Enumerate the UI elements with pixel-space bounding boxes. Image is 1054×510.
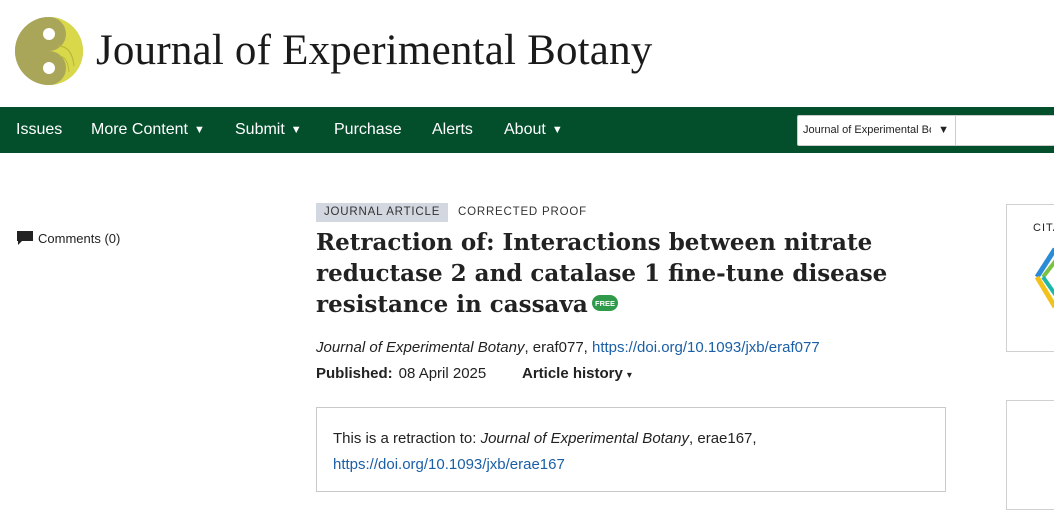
nav-about-label: About [504,121,546,138]
chevron-down-icon: ▼ [290,124,302,136]
search-input[interactable] [956,115,1054,146]
article-history-label: Article history [522,365,623,382]
doi-link[interactable]: https://doi.org/10.1093/jxb/eraf077 [592,339,820,356]
retraction-id: , erae167, [689,430,757,447]
citations-panel: CITA [1006,204,1054,352]
citations-label: CITA [1033,222,1054,234]
nav-more-content[interactable]: More Content ▼ [91,107,205,153]
published-date: 08 April 2025 [398,365,487,382]
chevron-down-icon: ▼ [551,124,563,136]
article-status-badge: CORRECTED PROOF [458,206,587,218]
comments-label: Comments (0) [38,231,121,246]
search-scope-select[interactable]: Journal of Experimental Botany ▼ [797,115,956,146]
article-citation: Journal of Experimental Botany, eraf077,… [316,339,820,356]
article-title: Retraction of: Interactions between nitr… [316,227,956,322]
nav-alerts-label: Alerts [432,121,473,138]
chevron-down-icon: ▼ [193,124,205,136]
chevron-down-icon: ▼ [938,124,949,136]
article-history-toggle[interactable]: Article history ▾ [522,365,632,382]
masthead: Journal of Experimental Botany [0,0,1054,107]
nav-issues-label: Issues [16,121,63,138]
chevron-down-icon: ▾ [626,370,632,381]
published-label: Published: [316,365,393,382]
retraction-journal: Journal of Experimental Botany [480,430,690,447]
journal-title[interactable]: Journal of Experimental Botany [96,26,653,75]
nav-issues[interactable]: Issues [16,107,62,153]
retraction-doi-link[interactable]: https://doi.org/10.1093/jxb/erae167 [333,456,565,473]
nav-purchase[interactable]: Purchase [334,107,402,153]
retraction-notice: This is a retraction to: Journal of Expe… [316,407,946,492]
leaf-logo-icon[interactable] [14,16,84,86]
nav-alerts[interactable]: Alerts [432,107,473,153]
citation-id: , eraf077, [524,339,592,356]
comment-icon [17,231,33,248]
citation-journal: Journal of Experimental Botany [316,339,525,356]
comments-link[interactable]: Comments (0) [17,231,120,248]
search-scope-value: Journal of Experimental Botany [803,124,931,136]
dimensions-badge-icon[interactable] [1033,247,1054,316]
retraction-prefix: This is a retraction to: [333,430,481,447]
free-badge-label: FREE [595,299,615,308]
free-badge-icon: FREE [591,288,618,319]
nav-submit[interactable]: Submit ▼ [235,107,302,153]
nav-submit-label: Submit [235,121,285,138]
published-info: Published: 08 April 2025 [316,365,486,382]
sidebar-panel [1006,400,1054,510]
nav-about[interactable]: About ▼ [504,107,563,153]
nav-more-content-label: More Content [91,121,188,138]
article-type-badge: JOURNAL ARTICLE [316,203,449,222]
nav-purchase-label: Purchase [334,121,402,138]
